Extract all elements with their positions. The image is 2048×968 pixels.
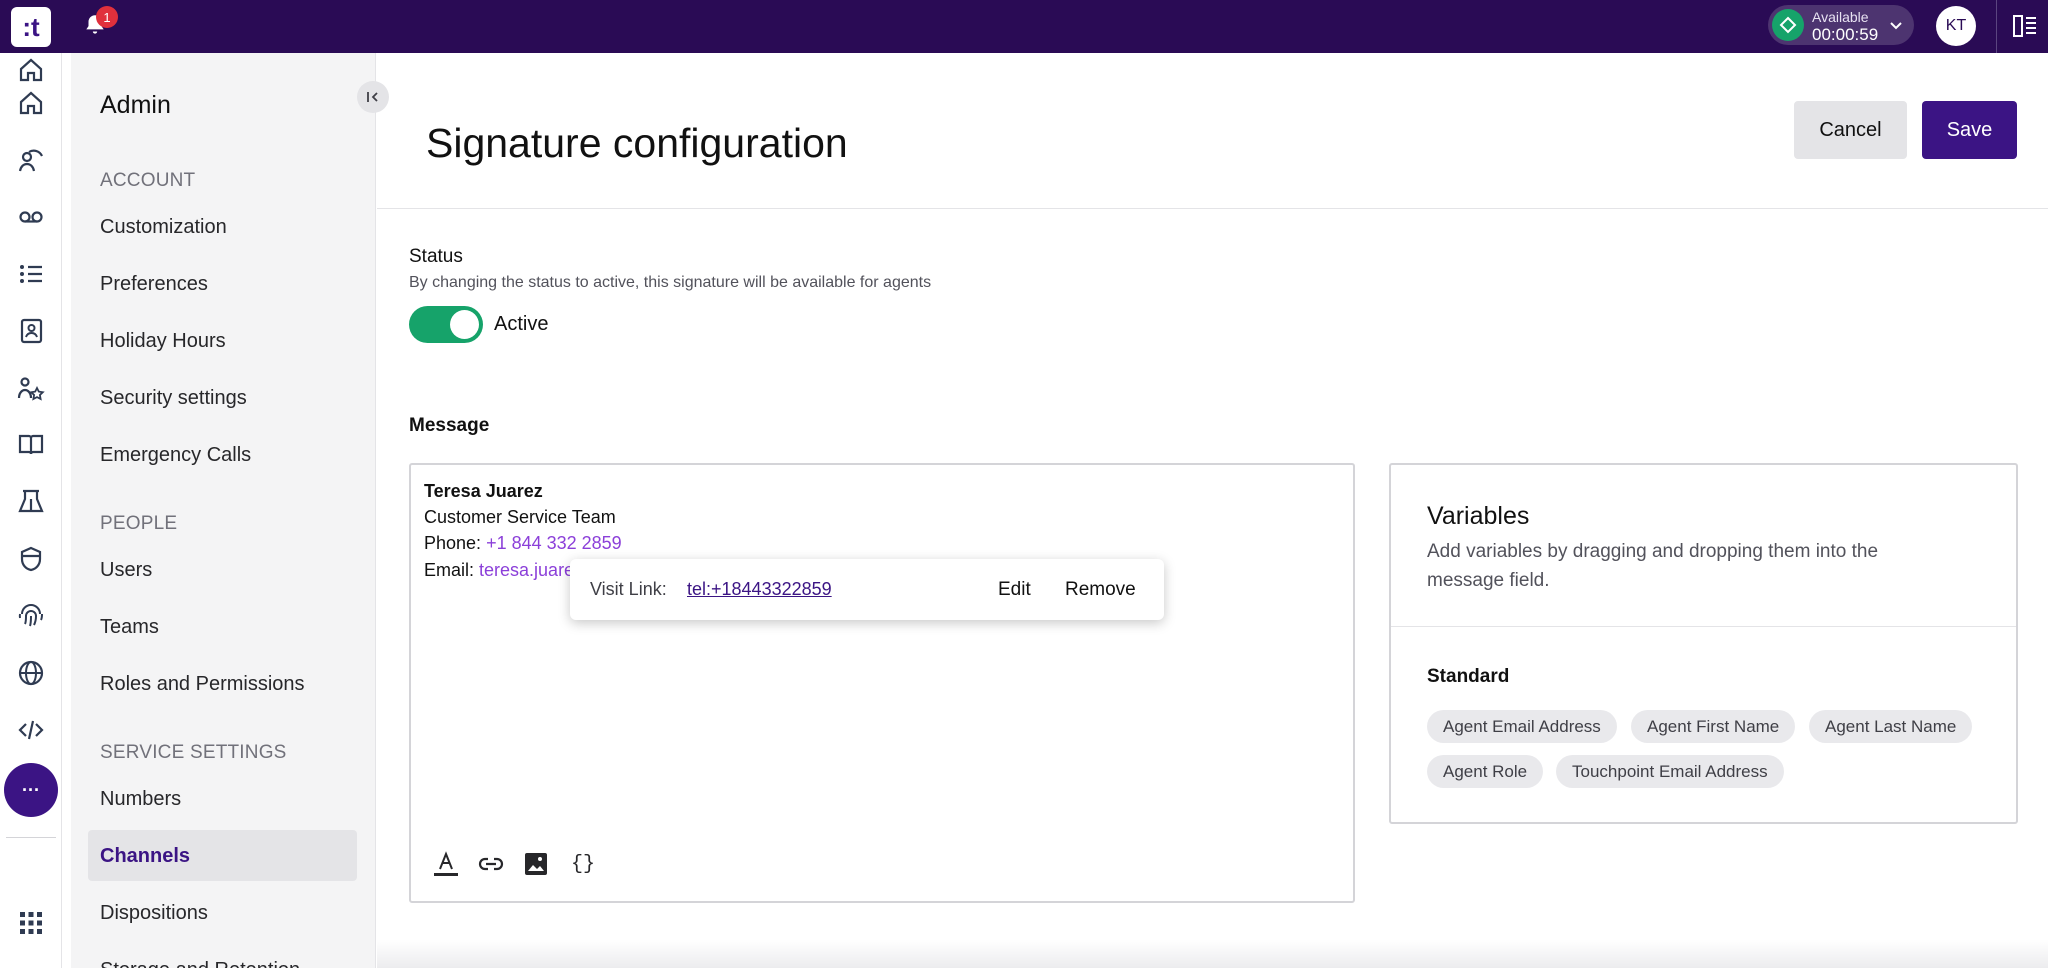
visit-link-url[interactable]: tel:+18443322859 (687, 579, 832, 600)
cancel-button[interactable]: Cancel (1794, 101, 1907, 159)
visit-link-label: Visit Link: (590, 579, 667, 599)
signature-team: Customer Service Team (424, 507, 616, 527)
status-label: Available (1812, 9, 1869, 25)
agent-icon[interactable] (14, 53, 48, 87)
user-avatar[interactable]: KT (1936, 6, 1976, 46)
status-diamond-icon (1772, 9, 1804, 41)
edit-link-button[interactable]: Edit (998, 579, 1031, 601)
flow-icon[interactable] (14, 485, 48, 519)
fingerprint-icon[interactable] (14, 599, 48, 633)
signature-phone-label: Phone: (424, 533, 487, 553)
signature-phone-line: Phone: +1 844 332 2859 (424, 533, 622, 554)
voicemail-icon[interactable] (14, 200, 48, 234)
list-icon[interactable] (14, 257, 48, 291)
rail-divider (6, 837, 56, 838)
variables-panel: Variables Add variables by dragging and … (1389, 463, 2018, 824)
section-account-label: ACCOUNT (100, 170, 196, 191)
sidebar-item-numbers[interactable]: Numbers (100, 788, 181, 811)
more-apps-button[interactable]: ··· (4, 763, 58, 817)
side-panel-icon[interactable] (2012, 13, 2038, 39)
variable-chip[interactable]: Agent Email Address (1427, 710, 1617, 743)
variables-title: Variables (1427, 502, 1530, 530)
variable-chip[interactable]: Agent Role (1427, 755, 1544, 788)
contacts-icon[interactable] (14, 314, 48, 348)
availability-status-dropdown[interactable]: Available 00:00:59 (1768, 5, 1914, 45)
status-description: By changing the status to active, this s… (409, 274, 932, 291)
status-timer: 00:00:59 (1812, 25, 1879, 44)
admin-title: Admin (100, 91, 171, 119)
signature-email-link[interactable]: teresa.juarez (479, 560, 583, 580)
sidebar-item-emergency-calls[interactable]: Emergency Calls (100, 444, 251, 467)
save-button[interactable]: Save (1922, 101, 2017, 159)
agent-icon[interactable] (14, 143, 48, 177)
admin-sidebar: Admin ACCOUNT Customization Preferences … (71, 53, 376, 968)
sidebar-item-holiday-hours[interactable]: Holiday Hours (100, 330, 226, 353)
top-bar: :t 1 Available 00:00:59 KT (0, 0, 2048, 53)
status-toggle-label: Active (494, 313, 549, 335)
link-icon[interactable] (476, 849, 506, 879)
scroll-shadow (377, 940, 2048, 968)
section-service-settings-label: SERVICE SETTINGS (100, 742, 287, 763)
home-icon[interactable] (14, 86, 48, 120)
code-icon[interactable] (14, 713, 48, 747)
link-popover: Visit Link: tel:+18443322859 Edit Remove (570, 559, 1164, 620)
variable-chip[interactable]: Agent Last Name (1809, 710, 1973, 743)
notification-badge: 1 (96, 6, 118, 28)
sidebar-item-customization[interactable]: Customization (100, 216, 227, 239)
section-people-label: PEOPLE (100, 513, 178, 534)
signature-editor[interactable]: Teresa Juarez Customer Service Team Phon… (409, 463, 1355, 903)
topbar-divider (1996, 0, 1997, 53)
shield-icon[interactable] (14, 542, 48, 576)
apps-grid-icon[interactable] (14, 906, 48, 940)
remove-link-button[interactable]: Remove (1065, 579, 1136, 601)
status-heading: Status (409, 246, 463, 267)
sidebar-item-dispositions[interactable]: Dispositions (100, 902, 208, 925)
variables-braces-icon[interactable]: {} (568, 849, 598, 879)
sidebar-item-roles-permissions[interactable]: Roles and Permissions (100, 673, 305, 696)
sidebar-item-teams[interactable]: Teams (100, 616, 159, 639)
globe-icon[interactable] (14, 656, 48, 690)
variables-group-label: Standard (1427, 666, 1510, 687)
toggle-knob (450, 310, 479, 339)
signature-email-label: Email: (424, 560, 480, 580)
variable-chip[interactable]: Agent First Name (1631, 710, 1796, 743)
sidebar-item-channels-label: Channels (100, 845, 191, 867)
chevron-down-icon (1886, 15, 1906, 35)
signature-email-line: Email: teresa.juarez (424, 560, 583, 581)
app-logo[interactable]: :t (11, 7, 51, 47)
image-icon[interactable] (521, 849, 551, 879)
text-color-icon[interactable] (431, 849, 461, 879)
status-toggle[interactable] (409, 306, 483, 343)
team-star-icon[interactable] (14, 371, 48, 405)
book-icon[interactable] (14, 428, 48, 462)
signature-phone-link[interactable]: +1 844 332 2859 (486, 533, 622, 553)
sidebar-item-security-settings[interactable]: Security settings (100, 387, 247, 410)
sidebar-item-storage-retention[interactable]: Storage and Retention (100, 959, 300, 968)
signature-name: Teresa Juarez (424, 481, 543, 501)
variable-chip[interactable]: Touchpoint Email Address (1556, 755, 1784, 788)
variables-description: Add variables by dragging and dropping t… (1427, 541, 1879, 591)
variables-divider (1391, 626, 2016, 627)
message-heading: Message (409, 415, 490, 436)
sidebar-item-preferences[interactable]: Preferences (100, 273, 208, 296)
page-title: Signature configuration (426, 120, 848, 166)
sidebar-item-users[interactable]: Users (100, 559, 152, 582)
page-header: Signature configuration Cancel Save (377, 53, 2048, 209)
